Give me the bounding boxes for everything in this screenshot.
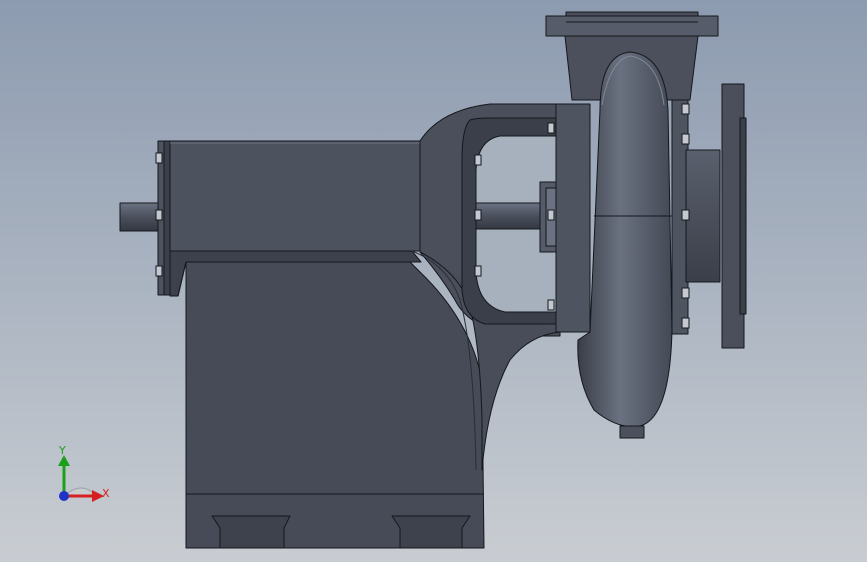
bolt	[681, 209, 690, 221]
y-axis-label: Y	[59, 444, 66, 457]
bolt	[681, 317, 690, 329]
bolt	[547, 209, 555, 221]
volute-casing	[577, 51, 673, 428]
x-axis-label: X	[102, 487, 110, 500]
bolt	[474, 265, 482, 277]
coordinate-triad	[58, 455, 104, 502]
bolt	[547, 299, 555, 311]
bolt	[155, 209, 163, 221]
pump-back-plate	[555, 103, 591, 333]
foot-slot-left	[211, 515, 291, 549]
bolt	[547, 122, 555, 134]
suction-nozzle	[685, 149, 721, 283]
z-axis-dot	[59, 491, 69, 501]
bolt	[474, 209, 482, 221]
bolt	[474, 154, 482, 166]
bolt	[155, 265, 163, 277]
bolt	[155, 152, 163, 164]
support-pedestal	[185, 261, 485, 549]
graphics-viewport[interactable]: Y X	[0, 0, 867, 562]
inner-shaft	[475, 202, 547, 230]
drain-plug	[619, 425, 645, 439]
bolt	[681, 103, 690, 115]
bolt	[681, 133, 690, 145]
bolt	[681, 287, 690, 299]
discharge-flange	[545, 15, 719, 37]
bearing-housing	[169, 140, 423, 252]
pump-model[interactable]	[0, 0, 867, 562]
foot-slot-right	[391, 515, 471, 549]
